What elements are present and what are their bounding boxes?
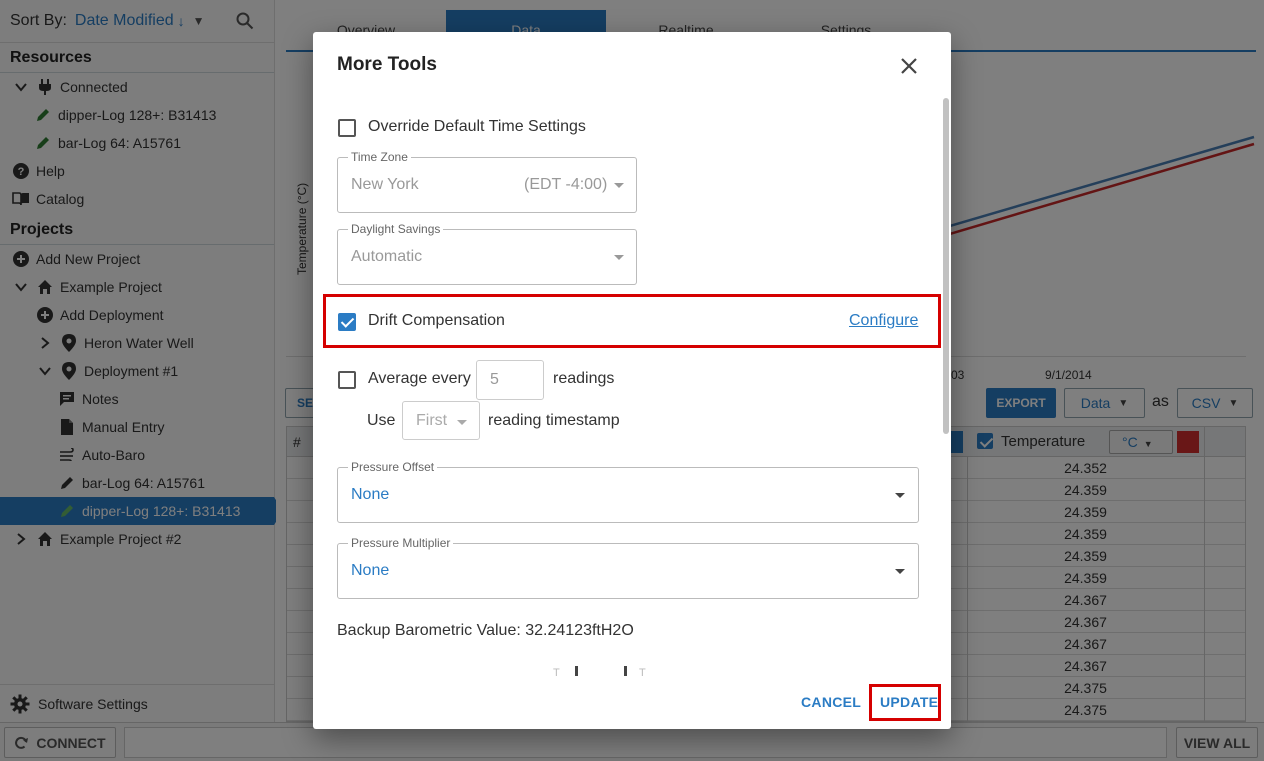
timestamp-select-value: First	[416, 412, 448, 429]
update-button[interactable]: UPDATE	[880, 694, 938, 710]
average-every-label: Average every	[368, 370, 471, 387]
time-zone-label: Time Zone	[348, 150, 411, 164]
daylight-savings-value: Automatic	[351, 248, 423, 265]
pressure-multiplier-label: Pressure Multiplier	[348, 536, 454, 550]
override-time-settings-checkbox[interactable]	[338, 119, 356, 137]
cancel-button[interactable]: CANCEL	[801, 694, 861, 710]
timestamp-select[interactable]: First	[402, 401, 480, 440]
chevron-down-icon	[895, 569, 905, 574]
chevron-down-icon	[614, 183, 624, 188]
more-tools-dialog: More Tools Override Default Time Setting…	[313, 32, 951, 729]
time-zone-select[interactable]: Time Zone New York (EDT -4:00)	[337, 150, 637, 213]
daylight-savings-select[interactable]: Daylight Savings Automatic	[337, 222, 637, 285]
backup-barometric-value: Backup Barometric Value: 32.24123ftH2O	[337, 622, 634, 639]
average-count-input[interactable]: 5	[476, 360, 544, 400]
pressure-offset-value: None	[351, 486, 390, 503]
pressure-multiplier-value: None	[351, 562, 390, 579]
chevron-down-icon	[614, 255, 624, 260]
configure-link[interactable]: Configure	[849, 312, 918, 330]
pressure-offset-label: Pressure Offset	[348, 460, 438, 474]
partial-content-fragment: T T	[553, 666, 646, 679]
dialog-title: More Tools	[337, 54, 437, 75]
pressure-multiplier-select[interactable]: Pressure Multiplier None	[337, 536, 919, 599]
reading-timestamp-label: reading timestamp	[488, 412, 620, 429]
average-readings-checkbox[interactable]	[338, 371, 356, 389]
drift-compensation-label: Drift Compensation	[368, 312, 505, 329]
chevron-down-icon	[895, 493, 905, 498]
readings-label: readings	[553, 370, 615, 387]
close-icon[interactable]	[899, 56, 919, 76]
drift-compensation-checkbox[interactable]	[338, 313, 356, 331]
use-label: Use	[367, 412, 396, 429]
chevron-down-icon	[457, 420, 467, 425]
override-time-settings-label: Override Default Time Settings	[368, 118, 586, 135]
daylight-savings-label: Daylight Savings	[348, 222, 444, 236]
svg-text:T: T	[553, 667, 560, 679]
svg-text:T: T	[639, 667, 646, 679]
pressure-offset-select[interactable]: Pressure Offset None	[337, 460, 919, 523]
time-zone-offset: (EDT -4:00)	[524, 176, 608, 193]
time-zone-value: New York	[351, 176, 419, 193]
dialog-scrollbar[interactable]	[943, 98, 949, 434]
